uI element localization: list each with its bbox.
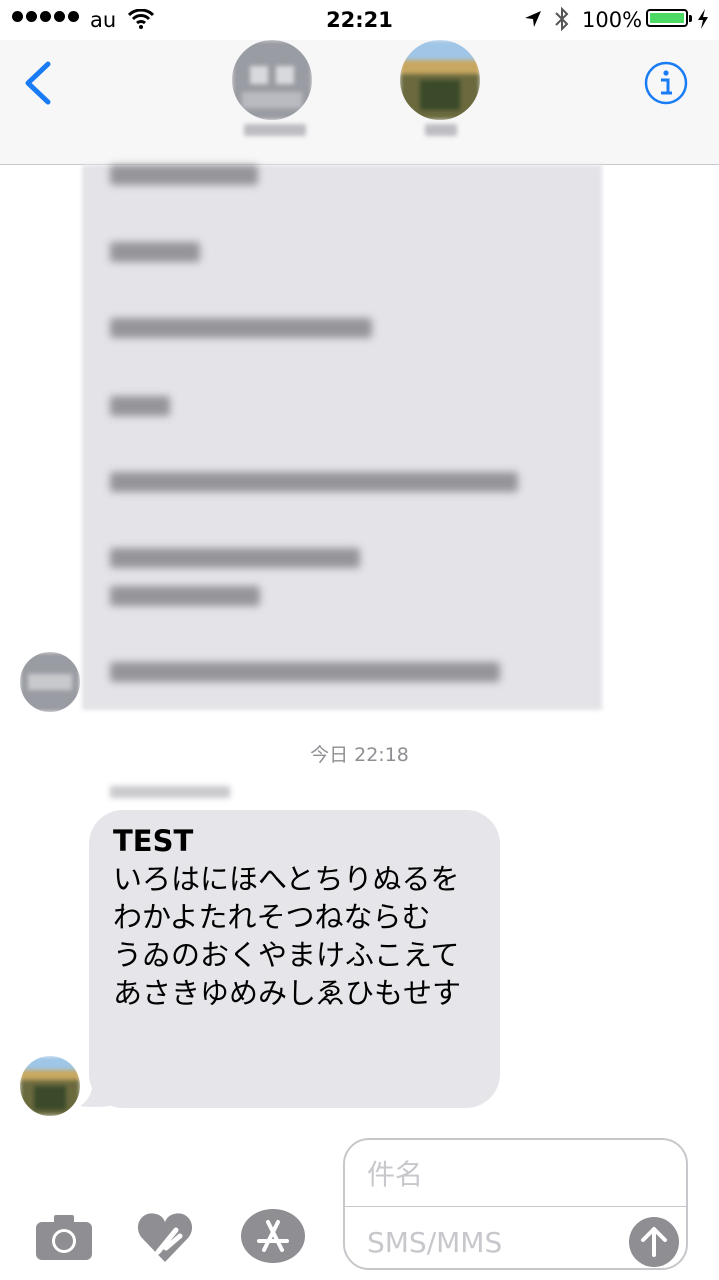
message-timestamp: 今日 22:18 [310,744,409,766]
sender-name-blurred [110,786,230,798]
message-title: TEST [113,824,194,858]
blurred-text-line [110,472,518,492]
message-line: わかよたれそつねならむ [113,900,431,934]
message-bubble[interactable]: TEST いろはにほへとちりぬるを わかよたれそつねならむ うゐのおくやまけふこ… [89,810,500,1108]
blurred-text-line [110,662,500,682]
app-store-icon[interactable] [240,1208,306,1264]
digital-touch-icon[interactable] [136,1208,194,1266]
conversation-header [0,40,719,165]
composer-divider [345,1206,686,1207]
location-arrow-icon [523,9,543,35]
blurred-text-line [110,242,200,262]
blurred-text-line [110,548,360,568]
battery-tip [689,15,692,22]
message-text: TEST いろはにほへとちりぬるを わかよたれそつねならむ うゐのおくやまけふこ… [113,822,493,1012]
message-input[interactable] [367,1222,607,1262]
battery-percent: 100% [582,8,643,32]
sender-avatar[interactable] [20,652,80,712]
blurred-text-line [110,165,258,185]
blurred-text-line [110,586,260,606]
blurred-text-line [110,396,170,416]
recipient-avatar[interactable] [232,40,312,120]
message-line: うゐのおくやまけふこえて [113,938,460,972]
recipient-name-blurred [425,124,457,136]
blurred-text-line [110,318,372,338]
recipient-name-blurred [244,124,306,136]
message-line: いろはにほへとちりぬるを [113,862,460,896]
chevron-left-icon[interactable] [20,60,60,106]
status-bar: au 22:21 100% [0,0,719,40]
battery-level-fill [650,13,684,23]
info-icon[interactable] [643,60,689,106]
sender-avatar[interactable] [20,1056,80,1116]
message-line: あさきゆめみしゑひもせす [113,976,462,1010]
battery-icon [646,9,688,27]
message-composer[interactable] [343,1138,688,1270]
send-arrow-icon[interactable] [629,1217,679,1267]
camera-icon[interactable] [34,1212,94,1262]
bluetooth-icon [553,6,571,38]
charging-bolt-icon [697,9,709,35]
subject-field[interactable] [367,1154,667,1194]
recipient-avatar[interactable] [400,40,480,120]
